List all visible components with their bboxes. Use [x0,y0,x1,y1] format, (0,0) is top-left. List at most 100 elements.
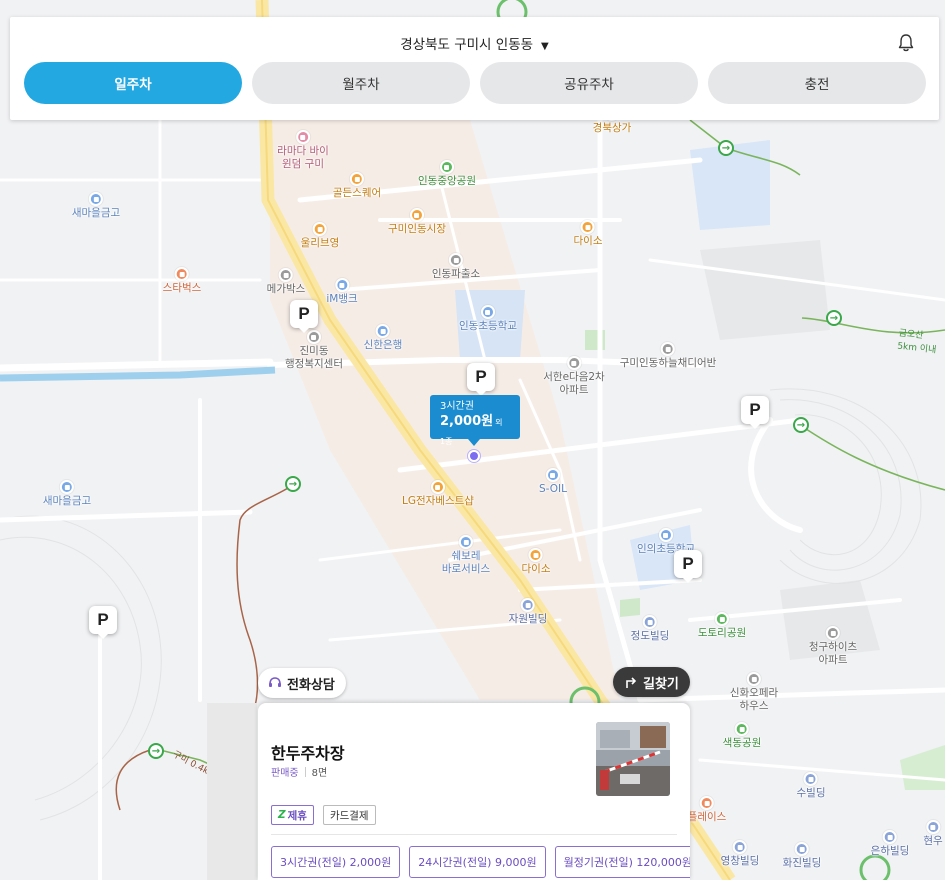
parking-marker[interactable]: P [89,606,117,639]
bell-icon[interactable] [897,33,915,53]
shop-icon [410,208,424,222]
poi-label: 색동공원 [722,737,762,749]
poi-office[interactable]: 진미동 행정복지센터 [285,330,343,371]
card-payment-tag: 카드결제 [322,805,376,825]
poi-police[interactable]: 인동파출소 [432,253,480,281]
poi-car-service[interactable]: 쉐보레 바로서비스 [442,535,490,576]
poi-apartment[interactable]: 서한e다음2차 아파트 [543,356,605,397]
poi-label: 화진빌딩 [782,857,822,869]
poi-apartment[interactable]: 구미인동하늘채디어반 [619,342,717,370]
poi-shop[interactable]: 플레이스 [687,796,727,824]
turn-right-icon [624,675,638,689]
building-icon [732,840,747,854]
poi-store[interactable]: 울리브영 [301,222,339,250]
wrench-icon [459,535,473,549]
apartment-icon [747,672,761,686]
ticket-list: 3시간권(전일) 2,000원 24시간권(전일) 9,000원 월정기권(전일… [271,846,690,878]
parking-marker[interactable]: P [467,363,495,396]
poi-label: 수빌딩 [796,787,826,799]
bubble-ticket-type: 3시간권 [440,401,474,412]
school-icon [659,528,673,542]
parking-marker[interactable]: P [290,300,318,333]
poi-store[interactable]: 다이소 [522,548,550,576]
poi-building[interactable]: 은하빌딩 [871,830,909,858]
space-count: 8면 [311,768,328,779]
bank-icon [375,324,390,338]
headset-icon [268,676,282,690]
poi-park[interactable]: 색동공원 [722,722,762,750]
poi-label: 쉐보레 바로서비스 [441,550,491,575]
directions-button[interactable]: 길찾기 [613,667,690,697]
poi-electronics[interactable]: LG전자베스트샵 [402,480,474,508]
shop-icon [580,220,595,234]
poi-label: 경북상가 [592,122,632,134]
poi-hotel[interactable]: 라마다 바이 윈덤 구미 [277,130,329,171]
partner-tag: Z 제휴 [271,805,314,825]
tab-daily[interactable]: 일주차 [24,62,242,104]
building-icon [520,598,535,612]
call-consult-button[interactable]: 전화상담 [258,668,346,698]
ticket-option[interactable]: 24시간권(전일) 9,000원 [409,846,546,878]
building-icon [642,615,657,629]
poi-store[interactable]: 다이소 [573,220,603,248]
card-backdrop [207,703,257,880]
poi-bank[interactable]: 새마을금고 [72,192,120,220]
poi-building[interactable]: 현우 [923,820,943,848]
poi-market[interactable]: 구미인동시장 [388,208,446,236]
price-bubble[interactable]: 3시간권 2,000원 외 1종 [430,395,520,446]
poi-label: 플레이스 [687,811,727,823]
ticket-option[interactable]: 3시간권(전일) 2,000원 [271,846,401,878]
poi-building[interactable]: 영창빌딩 [721,840,759,868]
poi-label: 메가박스 [266,283,306,295]
poi-building[interactable]: 정도빌딩 [631,615,669,643]
poi-park[interactable]: 도토리공원 [698,612,746,640]
poi-building[interactable]: 수빌딩 [796,772,826,800]
poi-gas-station[interactable]: S-OIL [539,468,567,496]
poi-cinema[interactable]: 메가박스 [266,268,306,296]
poi-label: 다이소 [573,235,603,247]
parking-marker[interactable]: P [741,396,769,429]
poi-apartment[interactable]: 신화오페라 하우스 [730,672,778,713]
caret-down-icon: ▼ [541,41,549,52]
apartment-icon [566,356,581,370]
poi-bank[interactable]: 새마을금고 [43,480,91,508]
feature-tags: Z 제휴 카드결제 [271,805,376,825]
sale-status: 판매중 [271,768,299,779]
poi-bank[interactable]: 신한은행 [364,324,402,352]
divider [304,766,306,777]
tab-monthly[interactable]: 월주차 [252,62,470,104]
school-icon [481,305,495,319]
poi-apartment[interactable]: 청구하이츠 아파트 [809,626,857,667]
bubble-price: 2,000원 [440,414,494,429]
call-label: 전화상담 [287,677,335,693]
top-panel: 경상북도 구미시 인동동 ▼ 일주차 월주차 공유주차 충전 [10,17,939,120]
shop-icon [430,480,445,494]
parking-lot-meta: 판매중 8면 [271,764,327,779]
poi-label: S-OIL [539,483,567,495]
poi-label: 청구하이츠 아파트 [808,641,858,666]
poi-label: 구미인동하늘채디어반 [619,357,717,369]
poi-building[interactable]: 화진빌딩 [782,842,822,870]
location-dot [468,450,480,462]
poi-cafe[interactable]: 스타벅스 [163,267,201,295]
poi-label: 새마을금고 [71,207,121,219]
poi-school[interactable]: 인동초등학교 [459,305,517,333]
parking-lot-photo[interactable] [596,722,670,796]
poi-label: 도토리공원 [697,627,747,639]
location-selector[interactable]: 경상북도 구미시 인동동 ▼ [10,33,939,53]
ticket-option[interactable]: 월정기권(전일) 120,000원 [554,846,690,878]
poi-label: 인동파출소 [431,268,481,280]
poi-label: 골든스퀘어 [332,187,382,199]
tab-shared[interactable]: 공유주차 [480,62,698,104]
police-icon [449,253,463,267]
poi-label: 라마다 바이 윈덤 구미 [277,145,329,170]
tab-charging[interactable]: 충전 [708,62,926,104]
poi-bank[interactable]: iM뱅크 [326,278,358,306]
poi-golden-square[interactable]: 골든스퀘어 [333,172,381,200]
directions-label: 길찾기 [643,676,679,692]
trail-marker-icon: → [148,743,164,759]
parking-marker[interactable]: P [674,550,702,583]
parking-lot-card[interactable]: 한두주차장 판매중 8면 Z 제휴 카드결제 3시간권(전일) 2,000원 24… [258,703,690,880]
poi-park[interactable]: 인동중앙공원 [418,160,476,188]
poi-building[interactable]: 자원빌딩 [509,598,547,626]
